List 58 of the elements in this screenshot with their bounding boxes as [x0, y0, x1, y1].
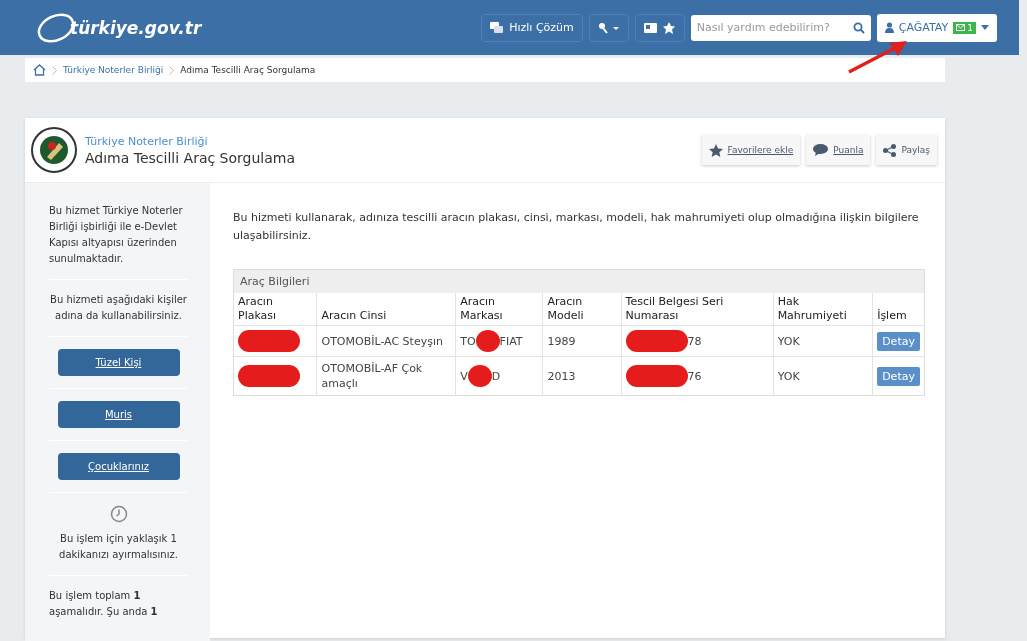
- table-cell: YOK: [777, 333, 800, 349]
- table-cell: 2013: [547, 368, 576, 384]
- duration-text: Bu işlem için yaklaşık 1 dakikanızı ayırmalısınız.: [58, 532, 179, 562]
- column-header: Hak Mahrumiyeti: [773, 293, 873, 326]
- star-icon: [708, 143, 723, 157]
- column-header: Aracın Plakası: [234, 293, 317, 326]
- speech-bubble-icon: [813, 144, 829, 156]
- table-cell: YOK: [777, 368, 800, 384]
- user-menu-button[interactable]: ÇAĞATAY 1: [876, 13, 997, 42]
- quick-solution-button[interactable]: Hızlı Çözüm: [481, 13, 583, 42]
- caret-icon: [981, 25, 989, 30]
- steps-text: Bu işlem toplam 1 aşamalıdır. Şu anda 1: [49, 589, 159, 619]
- user-icon: [884, 22, 894, 33]
- share-button[interactable]: Paylaş: [876, 135, 937, 165]
- clock-icon: [109, 505, 128, 523]
- description-text: Bu hizmeti kullanarak, adınıza tescilli aracın plakası, cinsi, markası, modeli, hak mahrumiyeti olup olmadığına ilişkin bilgilere ulaşabilirsiniz.: [233, 210, 920, 244]
- rate-button[interactable]: Puanla: [806, 135, 871, 165]
- service-title: Adıma Tescilli Araç Sorgulama: [85, 149, 297, 166]
- table-cell: TO: [460, 333, 476, 349]
- column-header: Tescil Belgesi Seri Numarası: [621, 293, 774, 326]
- key-caret-icon: [597, 21, 620, 34]
- search-icon: [852, 21, 865, 34]
- institution-seal-icon: [31, 127, 77, 173]
- search-field[interactable]: Nasıl yardım edebilirim?: [690, 14, 871, 41]
- on-behalf-button[interactable]: Çocuklarınız: [57, 453, 180, 480]
- table-cell: 78: [687, 333, 702, 349]
- table-cell: D: [491, 368, 501, 384]
- chat-icon: [490, 22, 504, 33]
- key-menu-button[interactable]: [588, 13, 629, 42]
- table-cell-text: OTOMOBİL-AF Çok amaçlı: [321, 361, 424, 391]
- chevron-icon: [169, 65, 175, 75]
- breadcrumb-current: Adıma Tescilli Araç Sorgulama: [180, 65, 316, 75]
- detail-button[interactable]: Detay: [877, 366, 920, 386]
- table-cell: OTOMOBİL-AC Steyşın: [321, 333, 443, 349]
- table-caption: Araç Bilgileri: [234, 270, 924, 293]
- table-cell: V: [460, 368, 468, 384]
- home-icon[interactable]: [33, 64, 46, 76]
- share-icon: [883, 143, 897, 157]
- id-card-star-button[interactable]: [634, 13, 685, 42]
- column-header: Aracın Markası: [455, 293, 543, 326]
- detail-button[interactable]: Detay: [877, 331, 920, 351]
- favorite-button[interactable]: Favorilere ekle: [701, 135, 801, 165]
- on-behalf-button[interactable]: Tüzel Kişi: [57, 349, 180, 376]
- on-behalf-text: Bu hizmeti aşağıdaki kişiler adına da kullanabilirsiniz.: [49, 293, 188, 323]
- institution-link[interactable]: Türkiye Noterler Birliği: [85, 134, 702, 148]
- message-count-badge: 1: [953, 21, 976, 34]
- column-header: İşlem: [872, 293, 924, 326]
- table-cell: 1989: [547, 333, 576, 349]
- chevron-icon: [52, 65, 57, 75]
- column-header: Aracın Modeli: [542, 293, 622, 326]
- service-info-text: Bu hizmet Türkiye Noterler Birliği işbirliği ile e-Devlet Kapısı altyapısı üzerinden sunulmaktadır.: [49, 204, 184, 266]
- table-cell: FIAT: [499, 333, 523, 349]
- breadcrumb-link[interactable]: Türkiye Noterler Birliği: [63, 65, 164, 75]
- table-cell: 76: [687, 368, 702, 384]
- site-logo[interactable]: türkiye.gov.tr: [36, 10, 202, 45]
- id-card-star-icon: [643, 21, 676, 34]
- column-header: Aracın Cinsi: [316, 293, 456, 326]
- on-behalf-button[interactable]: Muris: [57, 401, 180, 428]
